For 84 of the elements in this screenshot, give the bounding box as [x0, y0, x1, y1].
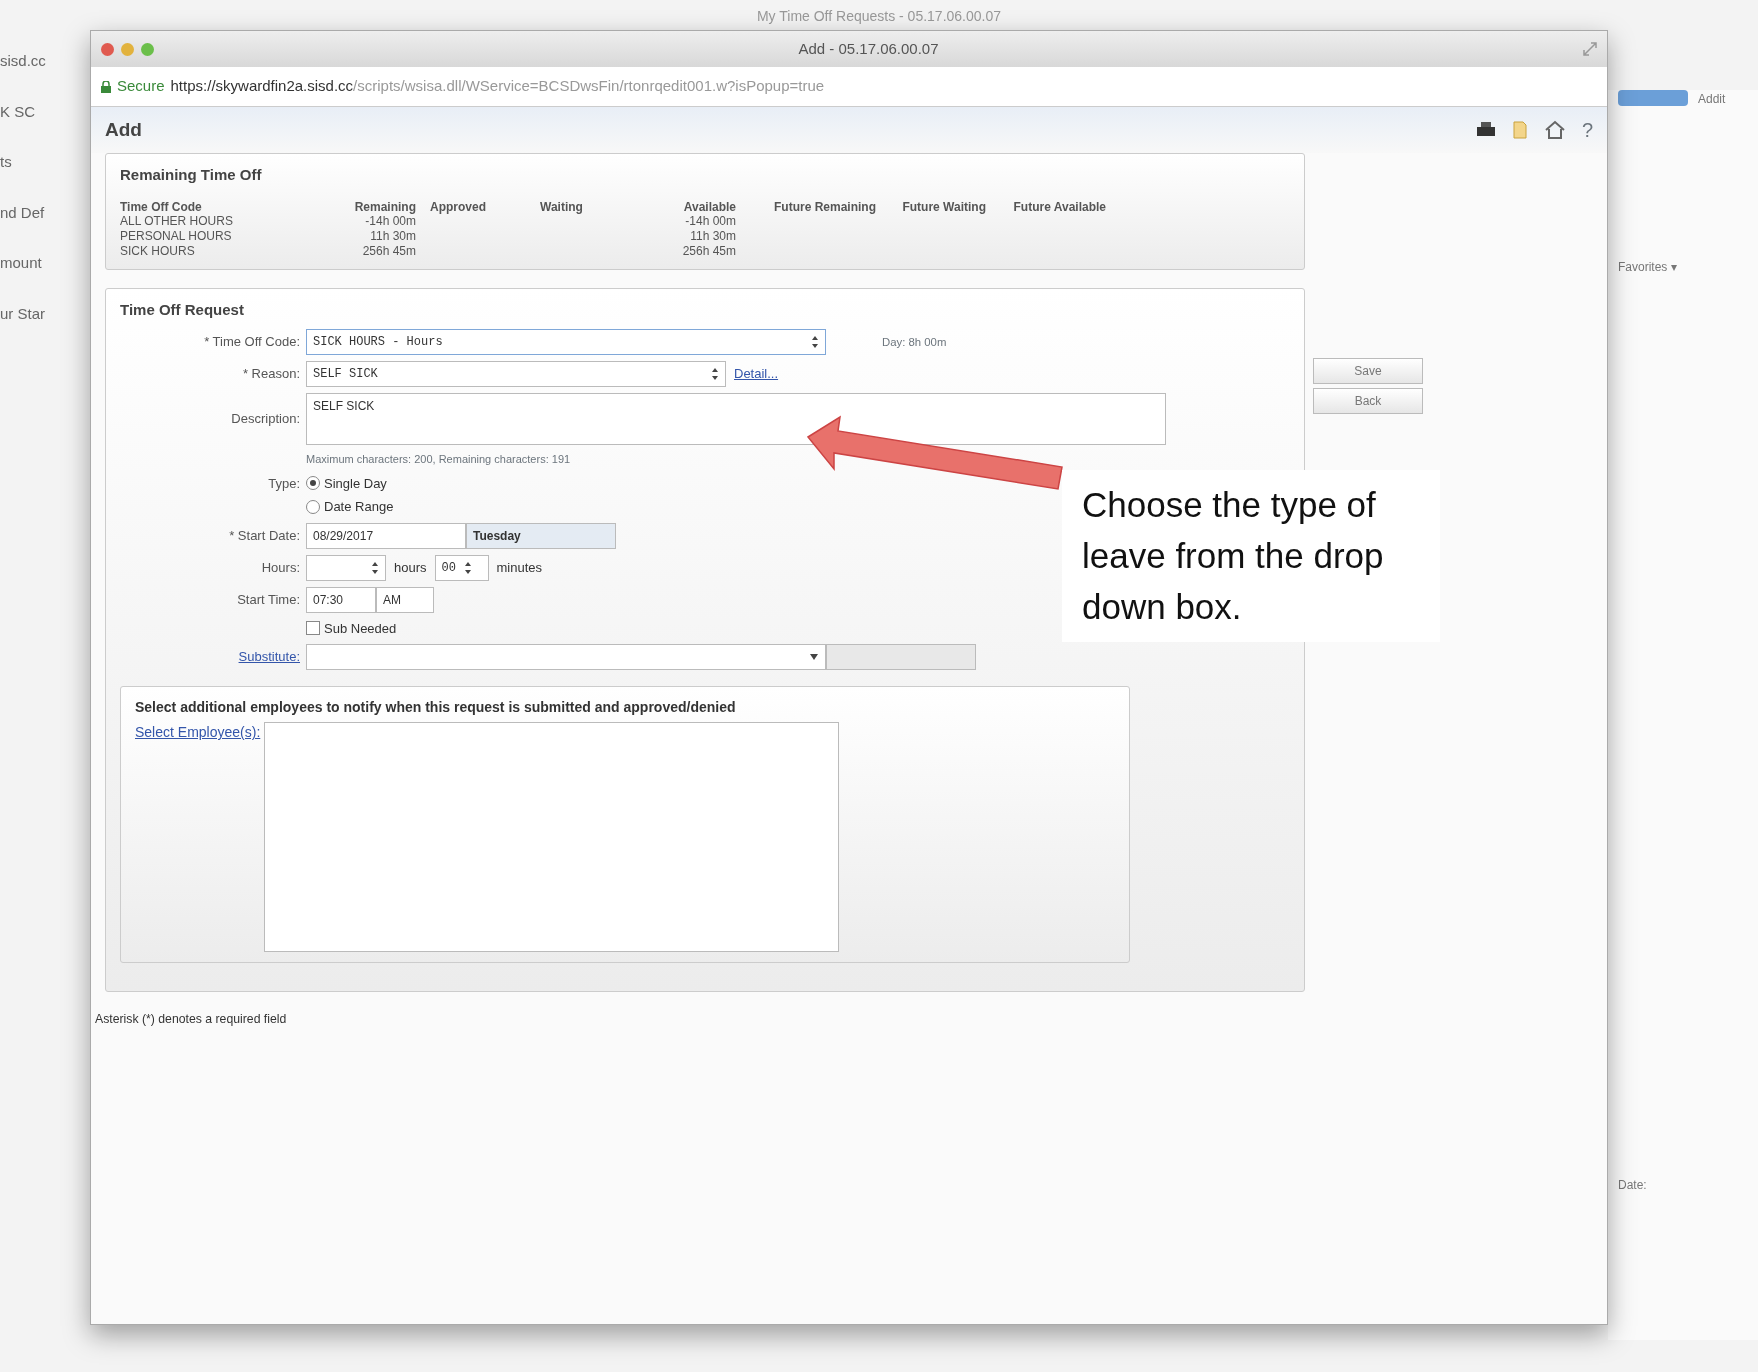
page-text: Favorites ▾: [1618, 259, 1677, 276]
select-field[interactable]: SELF SICK: [306, 361, 726, 388]
spinner-arrows-icon: [711, 367, 719, 382]
checkbox-label: Sub Needed: [324, 619, 397, 638]
action-button[interactable]: Save: [1313, 358, 1423, 384]
zoom-button[interactable]: [141, 42, 154, 56]
column-header: Future Available: [1012, 200, 1107, 214]
column-header: Waiting: [540, 200, 584, 214]
table-cell: PERSONAL HOURS: [120, 228, 232, 243]
secure-label: Secure: [117, 76, 165, 97]
page-text: Date:: [1618, 1177, 1647, 1194]
radio-label: Date Range: [324, 498, 394, 517]
field-label: Type:: [268, 475, 300, 491]
column-header: Remaining: [320, 200, 430, 214]
page-button[interactable]: [1618, 90, 1688, 106]
radio-label: Single Day: [324, 474, 387, 493]
unit-label: minutes: [496, 558, 543, 577]
field-label: Start Time:: [237, 591, 300, 607]
radio-button[interactable]: [306, 476, 320, 491]
character-hint: Maximum characters: 200, Remaining characters: 191: [306, 452, 571, 468]
action-button[interactable]: Back: [1313, 388, 1423, 414]
field-label: * Start Date:: [229, 527, 300, 543]
notify-title: Select additional employees to notify when this request is submitted and approved/denied: [135, 698, 737, 718]
minutes-select[interactable]: 00: [434, 554, 489, 581]
time-field[interactable]: 07:30: [306, 586, 376, 613]
table-cell: 11h 30m: [370, 228, 416, 243]
spinner-arrows-icon: [463, 560, 472, 575]
window-title: Add - 05.17.06.00.07: [797, 38, 940, 59]
column-header: Future Remaining: [773, 200, 877, 214]
spinner-arrows-icon: [811, 335, 819, 350]
spinner-arrows-icon: [371, 560, 379, 575]
text-area[interactable]: SELF SICK: [306, 393, 1166, 446]
field-label: Description:: [231, 411, 300, 427]
dropdown-arrow-icon: [809, 653, 819, 662]
table-cell: 256h 45m: [362, 243, 416, 258]
radio-button[interactable]: [306, 499, 320, 514]
fullscreen-icon[interactable]: [1583, 42, 1597, 56]
select-employees-link[interactable]: Select Employee(s):: [135, 722, 261, 744]
detail-link[interactable]: Detail...: [734, 364, 779, 384]
callout-text: Choose the type of leave from the drop down box.: [1062, 470, 1440, 643]
select-field[interactable]: [306, 644, 826, 671]
table-cell: 11h 30m: [690, 228, 736, 243]
select-field[interactable]: SICK HOURS - Hours: [306, 329, 826, 356]
page-heading: Add: [105, 117, 143, 142]
table-cell: ALL OTHER HOURS: [120, 213, 233, 228]
table-cell: -14h 00m: [365, 213, 416, 228]
page-text: ts: [0, 152, 13, 172]
column-header: Future Waiting: [901, 200, 987, 214]
page-text: ur Star: [0, 303, 46, 324]
table-cell: SICK HOURS: [120, 243, 195, 258]
table-cell: -14h 00m: [685, 213, 736, 228]
day-field: Tuesday: [466, 522, 616, 549]
close-button[interactable]: [101, 42, 114, 56]
lock-icon: [101, 80, 111, 93]
column-header: Approved: [430, 200, 540, 214]
page-text: nd Def: [0, 202, 46, 223]
page-text: K SC: [0, 101, 36, 122]
field-label: Hours:: [261, 559, 300, 575]
hours-field[interactable]: [306, 554, 386, 581]
panel-title: Time Off Request: [120, 299, 245, 320]
table-cell: 256h 45m: [682, 243, 736, 258]
field-label: * Reason:: [242, 366, 300, 382]
day-note: Day: 8h 00m: [882, 334, 947, 350]
ampm-field[interactable]: AM: [376, 586, 434, 613]
checkbox[interactable]: [306, 621, 320, 636]
date-field[interactable]: 08/29/2017: [306, 522, 466, 549]
page-text: mount: [0, 253, 43, 273]
field-label: * Time Off Code:: [204, 334, 300, 350]
note-icon[interactable]: [1511, 120, 1528, 140]
page-text: Addit: [1698, 91, 1726, 108]
help-link[interactable]: ?: [1581, 115, 1593, 145]
url-text: https://skywardfin2a.sisd.cc/scripts/wsisa.dll/WService=BCSDwsFin/rtonrqedit001.w?isPopup=true: [170, 76, 825, 97]
footer-note: Asterisk (*) denotes a required field: [94, 1011, 288, 1029]
column-header: Time Off Code: [120, 200, 203, 214]
minimize-button[interactable]: [121, 42, 134, 56]
unit-label: hours: [394, 558, 427, 577]
column-header: Available: [682, 200, 737, 214]
print-icon[interactable]: [1475, 121, 1496, 139]
home-icon[interactable]: [1543, 120, 1566, 140]
substitute-link[interactable]: Substitute:: [238, 649, 300, 665]
page-text: sisd.cc: [0, 51, 47, 71]
panel-title: Remaining Time Off: [120, 165, 263, 185]
page-title: My Time Off Requests - 05.17.06.00.07: [755, 7, 1003, 26]
address-bar[interactable]: Secure https://skywardfin2a.sisd.cc/scripts/wsisa.dll/WService=BCSDwsFin/rtonrqedit001.w?isPopup=true: [91, 67, 1607, 107]
